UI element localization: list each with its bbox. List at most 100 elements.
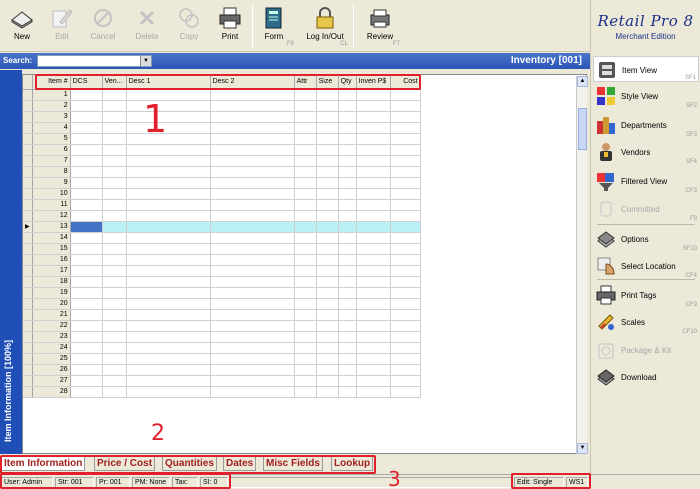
grid-cell[interactable]	[126, 331, 211, 343]
grid-cell[interactable]	[210, 298, 295, 310]
tab-quantities[interactable]: Quantities	[162, 457, 217, 471]
grid-cell[interactable]	[70, 298, 103, 310]
grid-cell[interactable]	[316, 100, 339, 112]
table-row[interactable]: 9	[23, 177, 421, 189]
copy-button[interactable]: Copy	[167, 2, 211, 48]
table-row[interactable]: 27	[23, 375, 421, 387]
grid-cell[interactable]	[316, 199, 339, 211]
scroll-thumb[interactable]	[578, 108, 587, 150]
grid-cell[interactable]	[102, 320, 127, 332]
grid-cell[interactable]	[356, 254, 391, 266]
grid-cell[interactable]	[126, 342, 211, 354]
grid-cell[interactable]	[70, 232, 103, 244]
grid-cell[interactable]	[294, 276, 317, 288]
grid-cell[interactable]	[356, 210, 391, 222]
grid-cell[interactable]	[294, 320, 317, 332]
row-selector[interactable]	[23, 133, 33, 145]
grid-cell[interactable]	[102, 342, 127, 354]
table-row[interactable]: 24	[23, 342, 421, 354]
new-button[interactable]: New	[0, 2, 44, 48]
row-selector[interactable]	[23, 243, 33, 255]
grid-cell[interactable]	[210, 309, 295, 321]
grid-cell[interactable]	[390, 221, 421, 233]
search-input[interactable]: ▼	[37, 55, 152, 67]
grid-cell[interactable]	[294, 375, 317, 387]
grid-cell[interactable]	[70, 166, 103, 178]
grid-cell[interactable]	[316, 375, 339, 387]
scales-button[interactable]: Scales CF10	[593, 309, 699, 335]
grid-cell[interactable]	[316, 353, 339, 365]
grid-cell[interactable]	[70, 100, 103, 112]
grid-cell[interactable]	[338, 155, 357, 167]
row-selector[interactable]: ▶	[23, 221, 33, 233]
row-selector[interactable]	[23, 199, 33, 211]
grid-cell[interactable]	[294, 287, 317, 299]
grid-cell[interactable]	[210, 155, 295, 167]
grid-cell[interactable]	[126, 364, 211, 376]
table-row[interactable]: 3	[23, 111, 421, 123]
grid-cell[interactable]	[390, 386, 421, 398]
grid-cell[interactable]	[356, 155, 391, 167]
row-selector[interactable]	[23, 298, 33, 310]
departments-button[interactable]: Departments SF3	[593, 112, 699, 138]
grid-cell[interactable]	[294, 111, 317, 123]
grid-cell[interactable]	[102, 287, 127, 299]
table-row[interactable]: 17	[23, 265, 421, 277]
grid-cell[interactable]	[316, 166, 339, 178]
grid-cell[interactable]	[390, 364, 421, 376]
column-header-inven-price[interactable]: Inven P$	[356, 75, 391, 90]
grid-cell[interactable]	[70, 276, 103, 288]
grid-cell[interactable]	[210, 364, 295, 376]
grid-cell[interactable]	[210, 122, 295, 134]
cancel-button[interactable]: Cancel	[81, 2, 125, 48]
tab-price-cost[interactable]: Price / Cost	[94, 457, 156, 471]
grid-cell[interactable]	[316, 188, 339, 200]
table-row[interactable]: 19	[23, 287, 421, 299]
grid-cell[interactable]	[316, 155, 339, 167]
grid-cell[interactable]	[102, 309, 127, 321]
grid-cell[interactable]	[390, 254, 421, 266]
grid-cell[interactable]	[210, 100, 295, 112]
grid-cell[interactable]	[70, 199, 103, 211]
grid-cell[interactable]	[356, 309, 391, 321]
grid-cell[interactable]	[126, 133, 211, 145]
form-button[interactable]: Form F8	[252, 2, 296, 48]
grid-cell[interactable]	[338, 331, 357, 343]
grid-cell[interactable]	[102, 265, 127, 277]
grid-cell[interactable]	[102, 210, 127, 222]
column-header-cost[interactable]: Cost	[390, 75, 421, 90]
print-tags-button[interactable]: Print Tags CF9	[593, 282, 699, 308]
grid-cell[interactable]	[316, 89, 339, 101]
grid-cell[interactable]	[126, 386, 211, 398]
grid-cell[interactable]	[356, 188, 391, 200]
grid-cell[interactable]	[356, 166, 391, 178]
committed-button[interactable]: Committed F9	[593, 196, 699, 222]
column-header-desc-2[interactable]: Desc 2	[210, 75, 295, 90]
row-selector[interactable]	[23, 111, 33, 123]
grid-cell[interactable]	[294, 298, 317, 310]
grid-cell[interactable]	[294, 133, 317, 145]
grid-cell[interactable]	[70, 309, 103, 321]
grid-cell[interactable]	[102, 89, 127, 101]
grid-cell[interactable]	[338, 342, 357, 354]
grid-cell[interactable]	[126, 177, 211, 189]
grid-cell[interactable]	[126, 375, 211, 387]
grid-cell[interactable]	[126, 155, 211, 167]
grid-cell[interactable]	[338, 111, 357, 123]
grid-cell[interactable]	[294, 144, 317, 156]
grid-cell[interactable]	[126, 309, 211, 321]
table-row[interactable]: 22	[23, 320, 421, 332]
grid-cell[interactable]	[338, 100, 357, 112]
grid-cell[interactable]	[126, 210, 211, 222]
grid-cell[interactable]	[356, 199, 391, 211]
grid-cell[interactable]	[356, 386, 391, 398]
grid-cell[interactable]	[102, 353, 127, 365]
grid-cell[interactable]	[294, 331, 317, 343]
grid-cell[interactable]	[338, 177, 357, 189]
grid-cell[interactable]	[316, 386, 339, 398]
grid-cell[interactable]	[126, 144, 211, 156]
grid-cell[interactable]	[294, 89, 317, 101]
grid-cell[interactable]	[102, 221, 127, 233]
grid-cell[interactable]	[338, 188, 357, 200]
grid-cell[interactable]	[390, 144, 421, 156]
